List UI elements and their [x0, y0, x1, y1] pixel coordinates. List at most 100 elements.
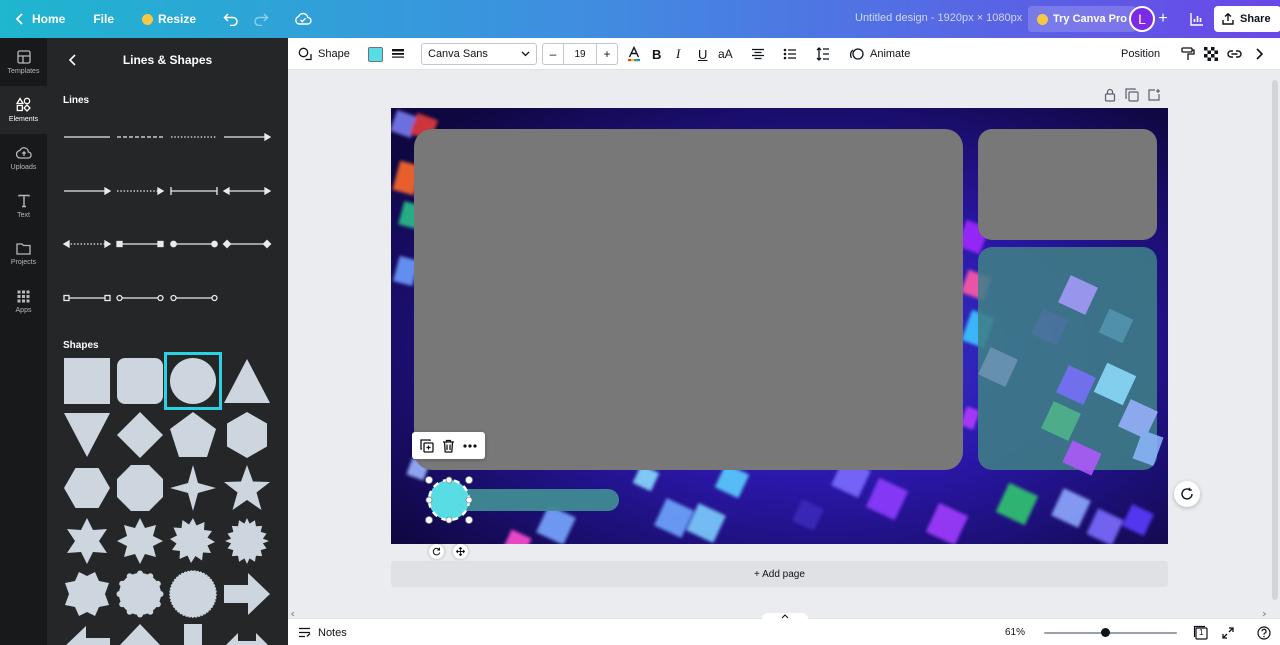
shape-right-arrow[interactable]	[222, 569, 272, 619]
shape-button[interactable]: Shape	[298, 38, 350, 70]
link-button[interactable]	[1227, 38, 1242, 70]
border-style-button[interactable]	[391, 38, 405, 70]
apps-grid-icon	[17, 290, 30, 303]
undo-button[interactable]	[218, 6, 244, 32]
rail-item-templates[interactable]: Templates	[0, 38, 47, 86]
shape-six-point-star[interactable]	[62, 516, 112, 566]
text-color-button[interactable]	[627, 38, 641, 70]
shape-five-point-star[interactable]	[222, 463, 272, 513]
hide-pages-toggle[interactable]	[762, 613, 808, 621]
cloud-save-button[interactable]	[290, 6, 316, 32]
elements-icon	[16, 97, 31, 112]
rail-item-projects[interactable]: Projects	[0, 230, 47, 278]
shape-square[interactable]	[62, 356, 112, 406]
insights-button[interactable]	[1184, 6, 1210, 32]
fullscreen-button[interactable]	[1220, 625, 1236, 641]
redo-button[interactable]	[248, 6, 274, 32]
assistant-button[interactable]	[1174, 481, 1200, 507]
notes-button[interactable]: Notes	[298, 619, 347, 645]
file-menu-button[interactable]: File	[85, 5, 122, 33]
resize-label: Resize	[158, 12, 197, 26]
shape-hexagon[interactable]	[222, 410, 272, 460]
shape-left-arrow[interactable]	[62, 622, 112, 645]
resize-button[interactable]: Resize	[134, 5, 204, 33]
more-horizontal-icon[interactable]	[463, 443, 477, 448]
shape-octagon-star[interactable]	[62, 569, 112, 619]
zoom-slider[interactable]	[1044, 632, 1177, 634]
alignment-button[interactable]	[751, 38, 765, 70]
vertical-scroll-thumb[interactable]	[1272, 80, 1278, 600]
link-icon	[1227, 50, 1242, 58]
user-avatar[interactable]: L	[1129, 6, 1155, 32]
shape-eight-point-star[interactable]	[115, 516, 165, 566]
shape-sixteen-point-burst[interactable]	[222, 516, 272, 566]
shape-triangle[interactable]	[222, 356, 272, 406]
underline-button[interactable]: U	[698, 38, 707, 70]
list-button[interactable]	[783, 38, 797, 70]
font-family-select[interactable]: Canva Sans	[421, 43, 537, 65]
shape-scalloped-circle[interactable]	[115, 569, 165, 619]
notes-label: Notes	[318, 626, 347, 639]
add-page-icon[interactable]	[1147, 88, 1161, 102]
bold-button[interactable]: B	[652, 38, 661, 70]
rail-item-text[interactable]: Text	[0, 182, 47, 230]
rotate-handle[interactable]	[429, 544, 444, 559]
font-size-decrease-button[interactable]: –	[543, 47, 563, 61]
italic-button[interactable]: I	[676, 38, 680, 70]
shape-diamond[interactable]	[115, 410, 165, 460]
shape-double-arrow[interactable]	[222, 622, 272, 645]
rail-item-apps[interactable]: Apps	[0, 278, 47, 326]
left-rail: Templates Elements Uploads Text Projects…	[0, 38, 47, 645]
share-button[interactable]: Share	[1214, 6, 1280, 32]
trash-icon[interactable]	[442, 439, 455, 453]
spacing-button[interactable]	[816, 38, 830, 70]
shape-four-point-star[interactable]	[168, 463, 218, 513]
shape-rounded-square[interactable]	[115, 356, 165, 406]
design-page[interactable]	[391, 108, 1168, 544]
lock-icon[interactable]	[1103, 88, 1117, 102]
font-size-increase-button[interactable]: +	[597, 47, 617, 61]
top-bar: Home File Resize Untitled design - 1920p…	[0, 0, 1280, 38]
duplicate-page-icon[interactable]	[1125, 88, 1139, 102]
teal-bar	[451, 489, 619, 511]
shape-badge-circle[interactable]	[168, 569, 218, 619]
folder-icon	[16, 243, 31, 255]
chevron-down-icon	[521, 51, 530, 57]
zoom-level[interactable]: 61%	[1005, 619, 1025, 645]
rail-label: Elements	[8, 116, 39, 123]
shape-circle[interactable]	[164, 352, 222, 410]
add-collaborator-button[interactable]: +	[1155, 6, 1171, 32]
scroll-left-arrow-icon[interactable]	[290, 611, 296, 617]
letter-case-button[interactable]: aA	[718, 38, 733, 70]
zoom-slider-handle[interactable]	[1101, 628, 1110, 637]
shape-up-arrow[interactable]	[115, 622, 165, 645]
add-page-button[interactable]: + Add page	[391, 561, 1168, 587]
move-handle[interactable]	[453, 544, 468, 559]
fill-color-swatch[interactable]	[368, 47, 383, 62]
border-weight-icon	[392, 49, 404, 58]
shape-hexagon-flat[interactable]	[62, 463, 112, 513]
copy-style-button[interactable]	[1181, 38, 1195, 70]
chevron-left-icon	[16, 13, 23, 25]
animate-button[interactable]: Animate	[850, 38, 910, 70]
rail-item-uploads[interactable]: Uploads	[0, 134, 47, 182]
more-options-button[interactable]	[1255, 38, 1263, 70]
page-grid-button[interactable]: 1	[1193, 625, 1209, 641]
chevron-up-icon	[781, 614, 789, 619]
shape-down-arrow[interactable]	[168, 622, 218, 645]
font-size-input[interactable]: 19	[563, 44, 597, 64]
shape-pentagon[interactable]	[168, 410, 218, 460]
scroll-right-arrow-icon[interactable]	[1261, 611, 1267, 617]
try-canva-pro-button[interactable]: Try Canva Pro	[1028, 6, 1136, 32]
shape-twelve-point-burst[interactable]	[168, 516, 218, 566]
bold-icon: B	[652, 46, 662, 62]
rail-item-elements[interactable]: Elements	[0, 86, 47, 134]
shape-octagon[interactable]	[115, 463, 165, 513]
document-title[interactable]: Untitled design - 1920px × 1080px	[855, 12, 1022, 24]
duplicate-icon[interactable]	[420, 438, 434, 453]
transparency-button[interactable]	[1204, 38, 1218, 70]
home-button[interactable]: Home	[8, 5, 73, 33]
help-button[interactable]	[1256, 625, 1272, 641]
position-button[interactable]: Position	[1121, 38, 1160, 70]
shape-inverted-triangle[interactable]	[62, 410, 112, 460]
